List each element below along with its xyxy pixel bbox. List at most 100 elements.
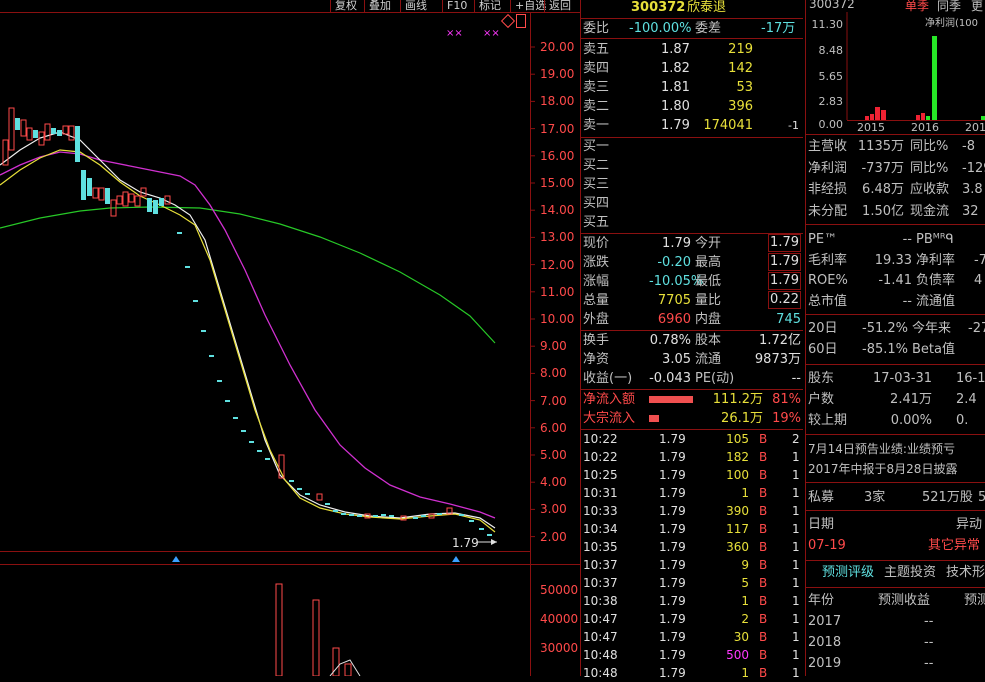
toolbar-button[interactable]: 返回 [544,0,575,12]
tick-time: 10:25 [583,468,618,482]
volume-bar [275,583,283,676]
candle [81,170,86,200]
bid-label: 买三 [583,177,610,192]
fund-shares: 521万股 [922,490,973,505]
val-label: 总市值 [808,293,848,309]
val-row: 总市值 -- 流通值 [806,292,985,312]
candle [51,128,56,134]
ask-price: 1.81 [661,80,690,95]
forecast-value: -- [924,614,934,629]
tick-time: 10:31 [583,486,618,500]
tick-row[interactable]: 10:31 1.79 1 B 1 [581,484,803,502]
candle [87,178,92,196]
tick-time: 10:22 [583,450,618,464]
tick-price: 1.79 [659,450,686,464]
ask-label: 卖四 [583,61,610,76]
tick-time: 10:33 [583,504,618,518]
tick-price: 1.79 [659,504,686,518]
price-axis-label: 13.00 [540,230,575,245]
tick-price: 1.79 [659,558,686,572]
tick-time: 10:37 [583,558,618,572]
flow-value: 26.1万 [721,411,763,426]
bid-row: 买五 [581,213,803,232]
tick-time: 10:37 [583,576,618,590]
candle [26,127,33,141]
fin-value: 1135万 [857,139,904,154]
toolbar-button[interactable]: F10 [442,0,471,12]
tick-row[interactable]: 10:35 1.79 360 B 1 [581,538,803,556]
toolbar-button[interactable]: 标记 [474,0,505,12]
price-axis-label: 5.00 [540,448,567,462]
holder-row: 较上期 0.00% 0. [806,411,985,431]
stat-label: 换手 [583,333,610,348]
price-axis-label: 20.00 [540,40,575,54]
tick-row[interactable]: 10:37 1.79 5 B 1 [581,574,803,592]
holder-label: 股东 [808,371,835,386]
candle [333,510,338,512]
tick-row[interactable]: 10:25 1.79 100 B 1 [581,466,803,484]
holder-row: 户数 2.41万 2.4 [806,390,985,410]
tick-count: 1 [792,648,800,662]
perf-label: Beta值 [912,342,955,357]
toolbar-button[interactable]: 复权 [330,0,361,12]
ask-price: 1.82 [661,61,690,76]
candle [75,126,80,162]
tick-row[interactable]: 10:38 1.79 1 B 1 [581,592,803,610]
tick-row[interactable]: 10:34 1.79 117 B 1 [581,520,803,538]
perf-row: 20日 -51.2% 今年来 -27 [806,319,985,339]
tick-row[interactable]: 10:47 1.79 2 B 1 [581,610,803,628]
tab-technical[interactable]: 技术形 [946,563,985,583]
fin-label: 应收款 [910,182,950,197]
price-axis-label: 6.00 [540,420,567,435]
candle [98,187,105,201]
bid-row: 买三 [581,175,803,194]
tick-row[interactable]: 10:22 1.79 182 B 1 [581,448,803,466]
tick-count: 1 [792,630,800,644]
kline-chart[interactable]: ×× ×× 1.79 20.00 19.00 18.00 17.00 16.00 15.0… [0,0,580,676]
price-axis-label: 2.00 [540,529,567,544]
tick-count: 1 [792,594,800,608]
holder-value: 17-03-31 [872,371,932,386]
tick-volume: 500 [726,648,749,662]
holder-value: 16-12 [956,371,985,386]
mini-chart-tick: 5.65 [818,70,844,83]
ma-white [0,131,496,529]
tab-theme[interactable]: 主题投资 [884,563,936,583]
tab-forecast[interactable]: 预测评级 [822,563,874,583]
tick-price: 1.79 [659,468,686,482]
stat-label: 净资 [583,352,610,367]
price-axis-label: 19.00 [540,67,575,82]
bid-label: 买五 [583,215,610,230]
fin-label: 同比% [910,139,949,154]
toolbar-button[interactable]: 画线 [400,0,431,12]
tick-row[interactable]: 10:48 1.79 1 B 1 [581,664,803,682]
toolbar-button[interactable]: 叠加 [364,0,395,12]
candle [57,130,62,136]
price-axis-label: 3.00 [540,502,567,517]
kline-canvas[interactable]: ×× ×× [0,0,580,676]
tick-row[interactable]: 10:33 1.79 390 B 1 [581,502,803,520]
tick-row[interactable]: 10:47 1.79 30 B 1 [581,628,803,646]
forecast-row: 2019 -- [806,654,985,674]
candle [20,119,27,137]
stat-value: 7705 [657,293,691,308]
tick-row[interactable]: 10:37 1.79 9 B 1 [581,556,803,574]
ask-label: 卖一 [583,118,610,133]
tick-row[interactable]: 10:48 1.79 500 B 1 [581,646,803,664]
tick-volume: 5 [741,576,749,590]
candle [249,441,254,443]
fund-label: 私募 [808,490,835,505]
flow-row: 大宗流入 26.1万 19% [581,409,803,428]
tick-volume: 105 [726,432,749,446]
holder-label: 户数 [808,392,835,407]
candle [373,515,378,517]
val-label: 流通值 [916,293,956,309]
tick-count: 1 [792,468,800,482]
svg-text:××: ×× [483,28,500,39]
tick-row[interactable]: 10:22 1.79 105 B 2 [581,430,803,448]
tick-time: 10:35 [583,540,618,554]
price-axis-label: 14.00 [540,203,575,218]
ask-label: 卖二 [583,99,610,114]
tick-time: 10:34 [583,522,618,536]
ask-row: 卖三 1.81 53 [581,78,803,97]
